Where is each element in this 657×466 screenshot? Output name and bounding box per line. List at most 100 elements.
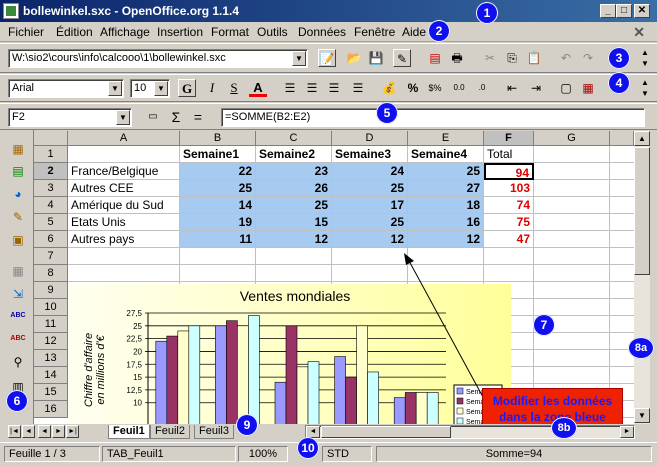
empty-cell[interactable] (534, 197, 610, 214)
value-cell[interactable]: 22 (180, 163, 256, 180)
autospellcheck-icon[interactable]: ABC (9, 330, 27, 348)
scroll-down-icon[interactable]: ▼ (636, 58, 654, 70)
name-box-dropdown-icon[interactable]: ▼ (116, 110, 130, 125)
row-label-cell[interactable]: France/Belgique (68, 163, 180, 180)
row-header-8[interactable]: 8 (34, 265, 68, 282)
last-sheet-button[interactable]: ►| (66, 425, 79, 438)
row-header-15[interactable]: 15 (34, 384, 68, 401)
value-cell[interactable]: 25 (332, 180, 408, 197)
menu-affichage[interactable]: Affichage (100, 25, 150, 39)
format-scroll-down-icon[interactable]: ▼ (636, 88, 654, 100)
borders-icon[interactable]: ▢ (557, 79, 575, 97)
value-cell[interactable]: 24 (332, 163, 408, 180)
row-header-13[interactable]: 13 (34, 350, 68, 367)
row-header-14[interactable]: 14 (34, 367, 68, 384)
value-cell[interactable]: 12 (332, 231, 408, 248)
select-all-corner[interactable] (34, 131, 68, 146)
font-size-field[interactable]: 10 ▼ (130, 79, 170, 98)
row-header-4[interactable]: 4 (34, 197, 68, 214)
vertical-scrollbar[interactable]: ▲ ▼ (634, 131, 650, 424)
column-header-c[interactable]: C (256, 131, 332, 146)
align-left-icon[interactable]: ☰ (281, 79, 299, 97)
align-right-icon[interactable]: ☰ (325, 79, 343, 97)
font-color-button[interactable]: A (249, 79, 267, 97)
value-cell[interactable]: 12 (408, 231, 484, 248)
empty-cell[interactable] (610, 265, 634, 282)
empty-cell[interactable] (534, 282, 610, 299)
column-header-a[interactable]: A (68, 131, 180, 146)
empty-cell[interactable] (534, 265, 610, 282)
empty-cell[interactable] (610, 197, 634, 214)
row-header-10[interactable]: 10 (34, 299, 68, 316)
value-cell[interactable]: 25 (256, 197, 332, 214)
menu-fichier[interactable]: Fichier (8, 25, 44, 39)
header-cell[interactable]: Semaine3 (332, 146, 408, 163)
empty-cell[interactable] (534, 367, 610, 384)
sheet-tab-feuil3[interactable]: Feuil3 (194, 425, 234, 439)
increase-indent-icon[interactable]: ⇥ (527, 79, 545, 97)
export-pdf-icon[interactable]: ▤ (426, 49, 444, 67)
menu-aide[interactable]: Aide (402, 25, 426, 39)
value-cell[interactable]: 25 (180, 180, 256, 197)
currency-format-icon[interactable]: 💰 (380, 79, 398, 97)
decrease-indent-icon[interactable]: ⇤ (503, 79, 521, 97)
column-header-f[interactable]: F (484, 131, 534, 146)
spreadsheet-grid[interactable]: A B C D E F G 1 2 3 4 5 6 7 8 9 10 11 12 13 14 15 16 Se… (34, 131, 634, 424)
navigator-icon[interactable]: ⇲ (9, 285, 27, 303)
scroll-thumb[interactable] (634, 147, 650, 275)
empty-cell[interactable] (68, 265, 180, 282)
header-cell[interactable]: Semaine2 (256, 146, 332, 163)
sheet-tab-feuil2[interactable]: Feuil2 (150, 425, 190, 439)
total-cell[interactable]: 75 (484, 214, 534, 231)
horizontal-scroll-thumb[interactable] (321, 426, 451, 438)
value-cell[interactable]: 14 (180, 197, 256, 214)
function-wizard-icon[interactable]: ▭ (144, 108, 162, 126)
row-header-12[interactable]: 12 (34, 333, 68, 350)
header-cell[interactable]: Semaine4 (408, 146, 484, 163)
value-cell[interactable]: 15 (256, 214, 332, 231)
column-header-e[interactable]: E (408, 131, 484, 146)
empty-cell[interactable] (610, 367, 634, 384)
menu-outils[interactable]: Outils (257, 25, 288, 39)
url-dropdown-icon[interactable]: ▼ (292, 51, 306, 66)
header-cell[interactable]: Total (484, 146, 534, 163)
empty-cell[interactable] (534, 248, 610, 265)
autoformat-icon[interactable]: ▦ (9, 262, 27, 280)
justify-icon[interactable]: ☰ (349, 79, 367, 97)
paste-icon[interactable]: 📋 (525, 49, 543, 67)
title-bar[interactable]: bollewinkel.sxc - OpenOffice.org 1.1.4 _… (0, 0, 657, 22)
empty-cell[interactable] (610, 299, 634, 316)
status-zoom[interactable]: 100% (238, 446, 288, 462)
minimize-button[interactable]: _ (600, 4, 616, 18)
row-label-cell[interactable]: Autres CEE (68, 180, 180, 197)
insert-object-icon[interactable]: ◕ (9, 185, 27, 203)
scroll-right-arrow-icon[interactable]: ► (620, 426, 634, 438)
spellcheck-icon[interactable]: ABC (9, 307, 27, 325)
empty-cell[interactable] (256, 248, 332, 265)
empty-cell[interactable] (180, 265, 256, 282)
url-field[interactable]: W:\sio2\cours\info\calcooo\1\bollewinkel… (8, 49, 308, 68)
empty-cell[interactable] (610, 214, 634, 231)
menu-fenetre[interactable]: Fenêtre (354, 25, 395, 39)
empty-cell[interactable] (610, 163, 634, 180)
formula-input[interactable]: =SOMME(B2:E2) (221, 108, 645, 127)
value-cell[interactable]: 11 (180, 231, 256, 248)
column-header-d[interactable]: D (332, 131, 408, 146)
value-cell[interactable]: 19 (180, 214, 256, 231)
edit-file-icon[interactable]: 📝 (318, 49, 336, 67)
value-cell[interactable]: 25 (408, 163, 484, 180)
column-header-b[interactable]: B (180, 131, 256, 146)
undo-icon[interactable]: ↶ (557, 49, 575, 67)
background-color-icon[interactable]: ▦ (579, 79, 597, 97)
align-center-icon[interactable]: ☰ (303, 79, 321, 97)
empty-cell[interactable] (534, 163, 610, 180)
remove-decimal-icon[interactable]: .0 (473, 79, 491, 97)
row-header-9[interactable]: 9 (34, 282, 68, 299)
row-header-2[interactable]: 2 (34, 163, 68, 180)
value-cell[interactable]: 12 (256, 231, 332, 248)
cut-icon[interactable]: ✂ (481, 49, 499, 67)
value-cell[interactable]: 16 (408, 214, 484, 231)
scroll-down-arrow-icon[interactable]: ▼ (634, 408, 650, 423)
percent-button[interactable]: % (404, 79, 422, 97)
row-header-6[interactable]: 6 (34, 231, 68, 248)
